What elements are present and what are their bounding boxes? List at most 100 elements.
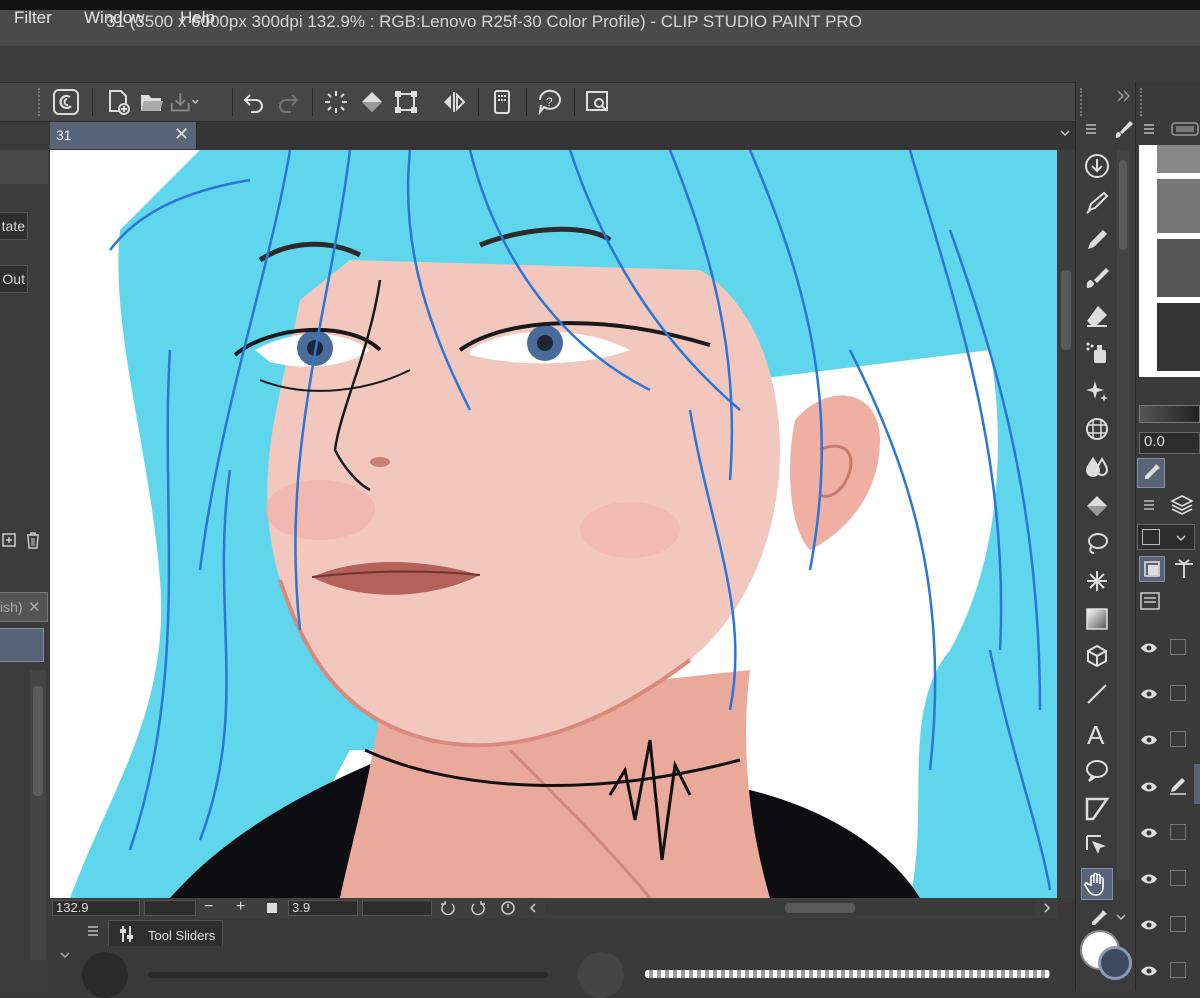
gradient-icon[interactable] bbox=[1081, 603, 1113, 635]
visibility-eye-icon[interactable] bbox=[1140, 826, 1158, 838]
lasso-icon[interactable] bbox=[1081, 528, 1113, 560]
brush-icon[interactable] bbox=[1081, 262, 1113, 294]
open-folder-icon[interactable] bbox=[136, 86, 168, 118]
visibility-eye-icon[interactable] bbox=[1140, 964, 1158, 976]
chevron-down-icon[interactable] bbox=[58, 948, 72, 962]
close-icon[interactable]: ✕ bbox=[28, 598, 41, 616]
sub-color-swatch[interactable] bbox=[1098, 946, 1132, 980]
device-icon[interactable] bbox=[486, 86, 518, 118]
menu-icon[interactable] bbox=[86, 924, 100, 938]
help-icon[interactable]: ? bbox=[534, 86, 566, 118]
rotate-button[interactable]: tate bbox=[0, 212, 28, 240]
hand-icon[interactable] bbox=[1081, 868, 1113, 900]
clip-layer-icon[interactable] bbox=[1139, 556, 1165, 582]
scroll-thumb[interactable] bbox=[33, 686, 43, 796]
visibility-eye-icon[interactable] bbox=[1140, 918, 1158, 930]
save-icon[interactable] bbox=[168, 86, 200, 118]
canvas-vertical-scrollbar[interactable] bbox=[1057, 150, 1075, 898]
layer-lock-checkbox[interactable] bbox=[1170, 731, 1186, 747]
angle-field[interactable]: 3.9 bbox=[288, 900, 358, 916]
layers-icon[interactable] bbox=[1170, 494, 1194, 516]
loading-icon[interactable] bbox=[320, 86, 352, 118]
reset-rotation-icon[interactable] bbox=[500, 900, 516, 916]
reference-layer-icon[interactable] bbox=[1171, 556, 1197, 582]
brush-size-slider[interactable] bbox=[1139, 405, 1200, 423]
layer-lock-checkbox[interactable] bbox=[1170, 916, 1186, 932]
balloon-icon[interactable] bbox=[1081, 755, 1113, 787]
rotate-left-icon[interactable] bbox=[440, 900, 456, 916]
brush-size-option[interactable] bbox=[1157, 179, 1200, 233]
zoom-in-button[interactable]: + bbox=[236, 898, 245, 916]
canvas-horizontal-scrollbar[interactable] bbox=[545, 901, 1035, 915]
brush-size-option[interactable] bbox=[1157, 145, 1200, 173]
zoom-out-button[interactable]: Out bbox=[0, 265, 28, 293]
brush-size-option[interactable] bbox=[1157, 303, 1200, 371]
layer-lock-checkbox[interactable] bbox=[1170, 639, 1186, 655]
rotate-right-icon[interactable] bbox=[470, 900, 486, 916]
fill-icon[interactable] bbox=[356, 86, 388, 118]
layer-lock-checkbox[interactable] bbox=[1170, 685, 1186, 701]
visibility-eye-icon[interactable] bbox=[1140, 733, 1158, 745]
transform-icon[interactable] bbox=[390, 86, 422, 118]
layer-property-icon[interactable] bbox=[1139, 590, 1161, 612]
visibility-eye-icon[interactable] bbox=[1140, 872, 1158, 884]
fit-icon[interactable] bbox=[267, 903, 277, 913]
text-icon[interactable]: A bbox=[1081, 718, 1113, 750]
add-icon[interactable] bbox=[2, 530, 16, 550]
layer-lock-checkbox[interactable] bbox=[1170, 824, 1186, 840]
tool-strip-scrollbar[interactable] bbox=[1117, 150, 1129, 880]
subtool-tab[interactable]: ish) ✕ bbox=[0, 592, 48, 622]
chevron-down-icon[interactable] bbox=[1058, 126, 1072, 140]
toolbar-grip[interactable] bbox=[38, 88, 44, 116]
scroll-right-icon[interactable] bbox=[1040, 900, 1054, 916]
brush-size-slider[interactable] bbox=[148, 972, 548, 978]
scroll-thumb[interactable] bbox=[785, 903, 855, 913]
collapse-icon[interactable] bbox=[1116, 88, 1132, 109]
close-icon[interactable]: ✕ bbox=[174, 124, 189, 145]
scroll-thumb[interactable] bbox=[1061, 270, 1071, 350]
pencil-icon[interactable] bbox=[1081, 224, 1113, 256]
pen-icon[interactable] bbox=[1081, 187, 1113, 219]
blend-mode-select[interactable] bbox=[1137, 524, 1195, 550]
fill-icon[interactable] bbox=[1081, 490, 1113, 522]
brush-size-palette[interactable] bbox=[1139, 145, 1200, 377]
zoom-slider[interactable] bbox=[144, 900, 196, 916]
layer-lock-checkbox[interactable] bbox=[1170, 962, 1186, 978]
flip-icon[interactable] bbox=[438, 86, 470, 118]
3d-icon[interactable] bbox=[1081, 640, 1113, 672]
visibility-eye-icon[interactable] bbox=[1140, 687, 1158, 699]
sparkle-icon[interactable] bbox=[1081, 565, 1113, 597]
search-icon[interactable] bbox=[582, 86, 614, 118]
brush-size-icon[interactable] bbox=[1170, 120, 1200, 138]
zoom-out-button[interactable]: − bbox=[204, 898, 213, 916]
menu-icon[interactable] bbox=[1084, 122, 1098, 136]
blend-icon[interactable] bbox=[1081, 450, 1113, 482]
redo-icon[interactable] bbox=[272, 86, 304, 118]
value-field[interactable]: 0.0 bbox=[1139, 432, 1200, 454]
brush-size-option[interactable] bbox=[1157, 239, 1200, 297]
toolbar-grip[interactable] bbox=[1140, 88, 1146, 116]
download-icon[interactable] bbox=[1081, 150, 1113, 182]
undo-icon[interactable] bbox=[238, 86, 270, 118]
menu-icon[interactable] bbox=[1142, 122, 1156, 136]
menu-filter[interactable]: Filter bbox=[14, 8, 52, 28]
grid-icon[interactable] bbox=[1081, 413, 1113, 445]
new-file-icon[interactable] bbox=[102, 86, 134, 118]
scroll-left-icon[interactable] bbox=[526, 900, 540, 916]
eyedropper-icon[interactable] bbox=[1086, 908, 1110, 928]
document-tab[interactable]: 31 ✕ bbox=[50, 122, 197, 149]
zoom-field[interactable]: 132.9 bbox=[52, 900, 140, 916]
frame-icon[interactable] bbox=[1081, 793, 1113, 825]
menu-icon[interactable] bbox=[1142, 498, 1156, 512]
scroll-thumb[interactable] bbox=[1119, 160, 1127, 250]
visibility-eye-icon[interactable] bbox=[1140, 641, 1158, 653]
toolbar-grip[interactable] bbox=[1080, 88, 1086, 116]
opacity-slider[interactable] bbox=[645, 970, 1050, 978]
left-scrollbar[interactable] bbox=[30, 670, 46, 960]
eraser-icon[interactable] bbox=[1081, 300, 1113, 332]
line-icon[interactable] bbox=[1081, 678, 1113, 710]
visibility-eye-icon[interactable] bbox=[1140, 780, 1158, 792]
drawing-canvas[interactable] bbox=[50, 150, 1057, 898]
clip-studio-icon[interactable] bbox=[50, 86, 82, 118]
angle-slider[interactable] bbox=[362, 900, 432, 916]
